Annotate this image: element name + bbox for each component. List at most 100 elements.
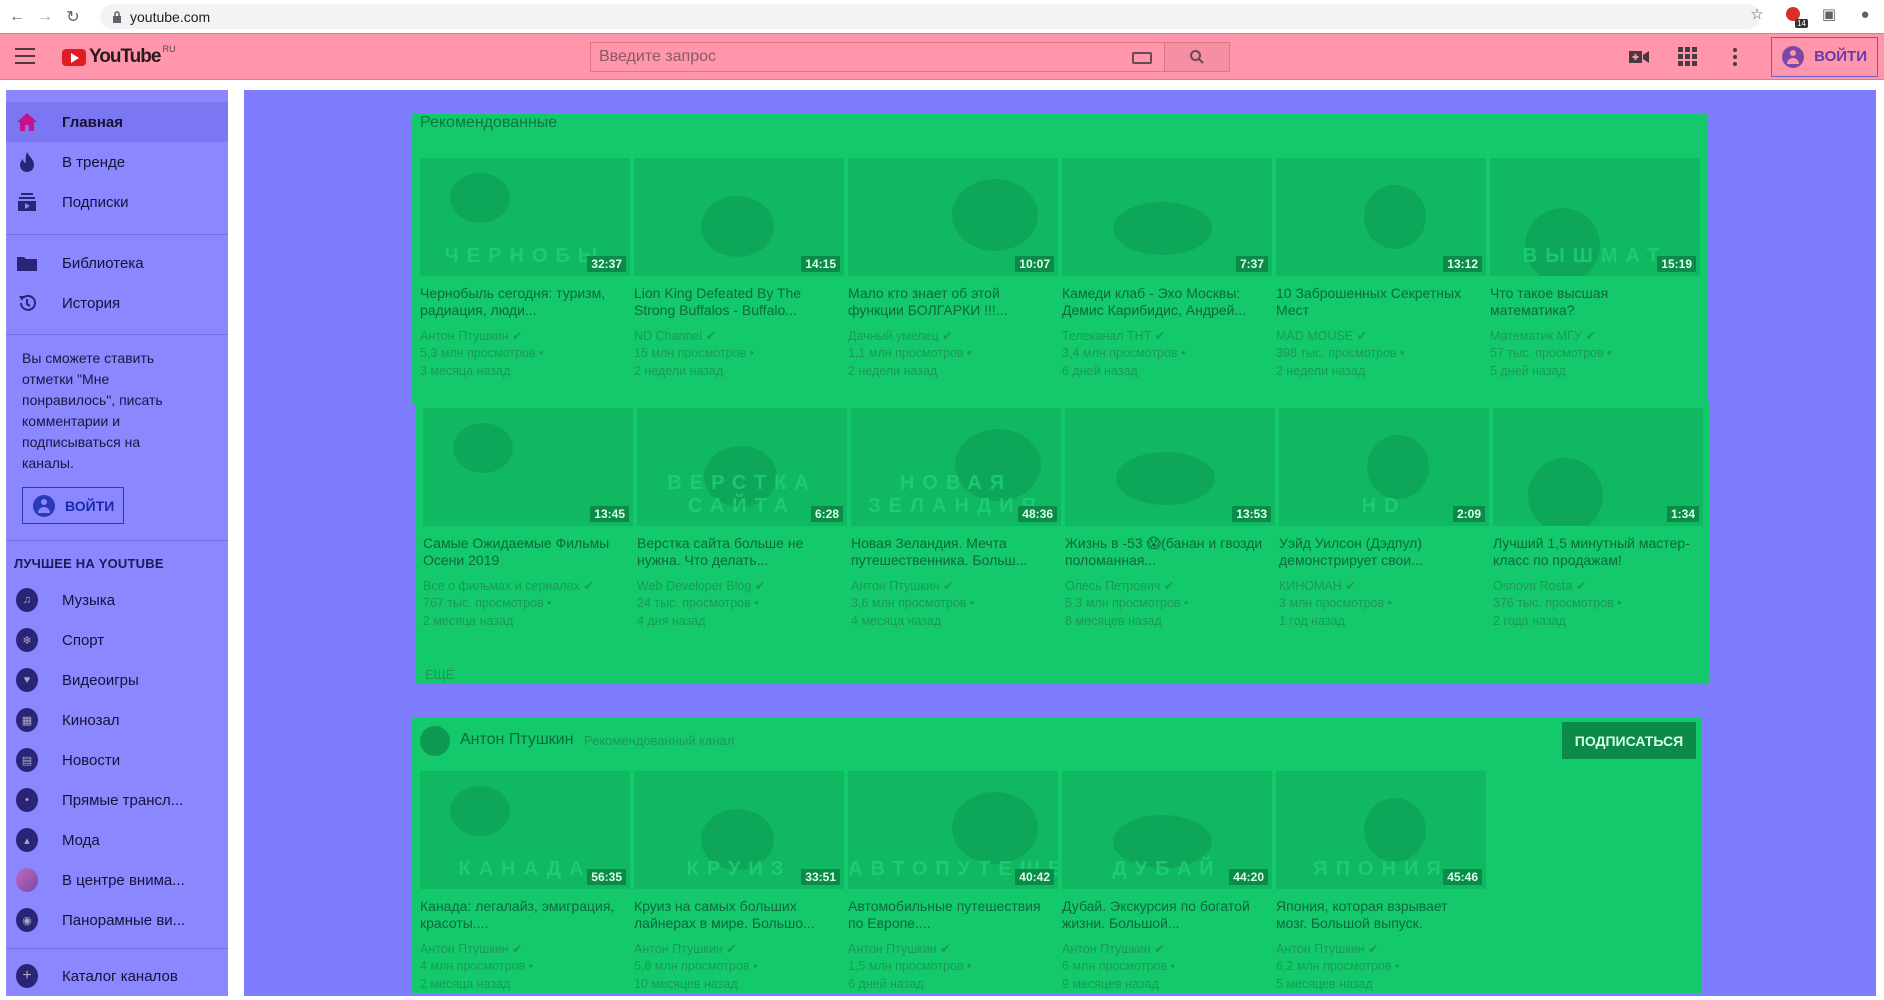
video-channel[interactable]: Антон Птушкин ✔ (420, 328, 523, 343)
sidebar-login-button[interactable]: ВОЙТИ (22, 487, 124, 524)
video-channel[interactable]: Антон Птушкин ✔ (420, 941, 523, 956)
video-thumbnail[interactable]: ЯПОНИЯ 45:46 (1276, 771, 1486, 889)
video-title[interactable]: Верстка сайта больше не нужна. Что делат… (637, 535, 841, 569)
video-channel[interactable]: Антон Птушкин ✔ (1276, 941, 1379, 956)
search-input[interactable]: Введите запрос (590, 42, 1165, 72)
sidebar-item-vr[interactable]: ◉ Панорамные ви... (6, 900, 228, 940)
video-thumbnail[interactable]: 7:37 (1062, 158, 1272, 276)
video-duration: 15:19 (1657, 256, 1696, 272)
address-bar[interactable]: youtube.com (100, 4, 1760, 29)
youtube-logo[interactable]: YouTube RU (62, 44, 175, 68)
video-thumbnail[interactable]: HD 2:09 (1279, 408, 1489, 526)
sidebar-item-subscriptions[interactable]: Подписки (6, 182, 228, 222)
video-title[interactable]: Lion King Defeated By The Strong Buffalo… (634, 285, 838, 319)
video-title[interactable]: Жизнь в -53 😱(банан и гвозди поломанная.… (1065, 535, 1269, 569)
video-thumbnail[interactable]: 10:07 (848, 158, 1058, 276)
video-channel[interactable]: КИНОМАН ✔ (1279, 578, 1356, 593)
account-icon[interactable]: ● (1856, 5, 1874, 23)
video-thumbnail[interactable]: ДУБАЙ 44:20 (1062, 771, 1272, 889)
video-thumbnail[interactable]: ВЫШМАТ 15:19 (1490, 158, 1700, 276)
sidebar-item-label: Главная (62, 113, 124, 131)
video-title[interactable]: Камеди клаб - Эхо Москвы: Демис Карибиди… (1062, 285, 1266, 319)
video-channel[interactable]: MAD MOUSE ✔ (1276, 328, 1367, 343)
video-views: 6,2 млн просмотров • (1276, 959, 1400, 973)
video-title[interactable]: Дубай. Экскурсия по богатой жизни. Больш… (1062, 898, 1266, 932)
sidebar-item-library[interactable]: Библиотека (6, 243, 228, 283)
sidebar-item-sport[interactable]: ❄ Спорт (6, 620, 228, 660)
video-channel[interactable]: Телеканал ТНТ ✔ (1062, 328, 1165, 343)
channel-avatar[interactable] (420, 726, 450, 756)
video-thumbnail[interactable]: НОВАЯ ЗЕЛАНДИЯ 48:36 (851, 408, 1061, 526)
video-title[interactable]: Чернобыль сегодня: туризм, радиация, люд… (420, 285, 624, 319)
video-channel[interactable]: Web Developer Blog ✔ (637, 578, 765, 593)
menu-icon[interactable] (15, 48, 35, 64)
keyboard-icon[interactable] (1132, 52, 1152, 64)
video-thumbnail[interactable]: АВТОПУТЕШЕСТВИЯ40:42 (848, 771, 1058, 889)
video-channel[interactable]: Антон Птушкин ✔ (848, 941, 951, 956)
sidebar-item-gaming[interactable]: ♥ Видеоигры (6, 660, 228, 700)
sidebar-item-trending[interactable]: В тренде (6, 142, 228, 182)
camera-icon[interactable]: ▣ (1820, 5, 1838, 23)
settings-more-icon[interactable] (1723, 45, 1747, 69)
more-link[interactable]: ЕЩЁ (425, 667, 455, 682)
video-channel[interactable]: Олесь Петрович ✔ (1065, 578, 1174, 593)
sidebar-item-news[interactable]: ▤ Новости (6, 740, 228, 780)
sidebar-item-music[interactable]: ♫ Музыка (6, 580, 228, 620)
video-title[interactable]: Япония, которая взрывает мозг. Большой в… (1276, 898, 1480, 932)
video-channel[interactable]: Дачный умелец ✔ (848, 328, 953, 343)
video-thumbnail[interactable]: 13:45 (423, 408, 633, 526)
video-thumbnail[interactable]: ЧЕРНОБЫ 32:37 (420, 158, 630, 276)
video-title[interactable]: Канада: легалайз, эмиграция, красоты.... (420, 898, 624, 932)
sidebar-item-catalog[interactable]: + Каталог каналов (6, 956, 228, 996)
channel-name[interactable]: Антон Птушкин (460, 731, 573, 749)
reload-icon[interactable]: ↻ (62, 6, 84, 28)
video-thumbnail[interactable]: 14:15 (634, 158, 844, 276)
video-channel[interactable]: Антон Птушкин ✔ (634, 941, 737, 956)
video-thumbnail[interactable]: 13:53 (1065, 408, 1275, 526)
video-title[interactable]: Что такое высшая математика? (1490, 285, 1694, 319)
video-title[interactable]: Автомобильные путешествия по Европе.... (848, 898, 1052, 932)
video-thumbnail[interactable]: ВЕРСТКА САЙТА 6:28 (637, 408, 847, 526)
video-thumbnail[interactable]: КАНАДА 56:35 (420, 771, 630, 889)
video-title[interactable]: Мало кто знает об этой функции БОЛГАРКИ … (848, 285, 1052, 319)
video-channel[interactable]: Математик МГУ ✔ (1490, 328, 1596, 343)
sidebar-item-fashion[interactable]: ▴ Мода (6, 820, 228, 860)
extension-icon[interactable]: 14 (1784, 5, 1808, 28)
video-title[interactable]: Новая Зеландия. Мечта путешественника. Б… (851, 535, 1055, 569)
search-button[interactable] (1165, 42, 1230, 72)
sidebar-item-live[interactable]: • Прямые трансл... (6, 780, 228, 820)
star-icon[interactable]: ☆ (1748, 5, 1766, 23)
video-views: 6 млн просмотров • (1062, 959, 1176, 973)
sidebar-item-movies[interactable]: ▦ Кинозал (6, 700, 228, 740)
video-views: 57 тыс. просмотров • (1490, 346, 1612, 360)
video-date: 2 года назад (1493, 614, 1566, 628)
video-thumbnail[interactable]: 13:12 (1276, 158, 1486, 276)
video-title[interactable]: Самые Ожидаемые Фильмы Осени 2019 (423, 535, 627, 569)
subscribe-button[interactable]: ПОДПИСАТЬСЯ (1562, 722, 1696, 759)
video-channel[interactable]: Osnova Rosta ✔ (1493, 578, 1586, 593)
sidebar-item-home[interactable]: Главная (6, 102, 228, 142)
back-icon[interactable]: ← (6, 6, 28, 28)
sport-icon: ❄ (16, 628, 38, 652)
video-channel[interactable]: ND Channel ✔ (634, 328, 716, 343)
video-date: 2 месяца назад (423, 614, 514, 628)
video-thumbnail[interactable]: КРУИЗ 33:51 (634, 771, 844, 889)
video-thumbnail[interactable]: 1:34 (1493, 408, 1703, 526)
video-channel[interactable]: Антон Птушкин ✔ (851, 578, 954, 593)
forward-icon[interactable]: → (34, 6, 56, 28)
sidebar-item-history[interactable]: История (6, 283, 228, 323)
create-video-icon[interactable] (1627, 45, 1651, 69)
video-title[interactable]: Уэйд Уилсон (Дэдпул) демонстрирует свои.… (1279, 535, 1483, 569)
video-duration: 56:35 (587, 869, 626, 885)
video-channel[interactable]: Антон Птушкин ✔ (1062, 941, 1165, 956)
login-button[interactable]: ВОЙТИ (1771, 36, 1878, 77)
video-title[interactable]: Круиз на самых больших лайнерах в мире. … (634, 898, 838, 932)
extension-badge: 14 (1795, 19, 1808, 28)
video-channel[interactable]: Все о фильмах и сериалах ✔ (423, 578, 594, 593)
video-title[interactable]: 10 Заброшенных Секретных Мест (1276, 285, 1480, 319)
apps-icon[interactable] (1675, 45, 1699, 69)
video-date: 2 недели назад (634, 364, 724, 378)
video-title[interactable]: Лучший 1,5 минутный мастер-класс по прод… (1493, 535, 1697, 569)
sidebar-section-title: ЛУЧШЕЕ НА YOUTUBE (14, 556, 164, 571)
sidebar-item-spotlight[interactable]: В центре внима... (6, 860, 228, 900)
